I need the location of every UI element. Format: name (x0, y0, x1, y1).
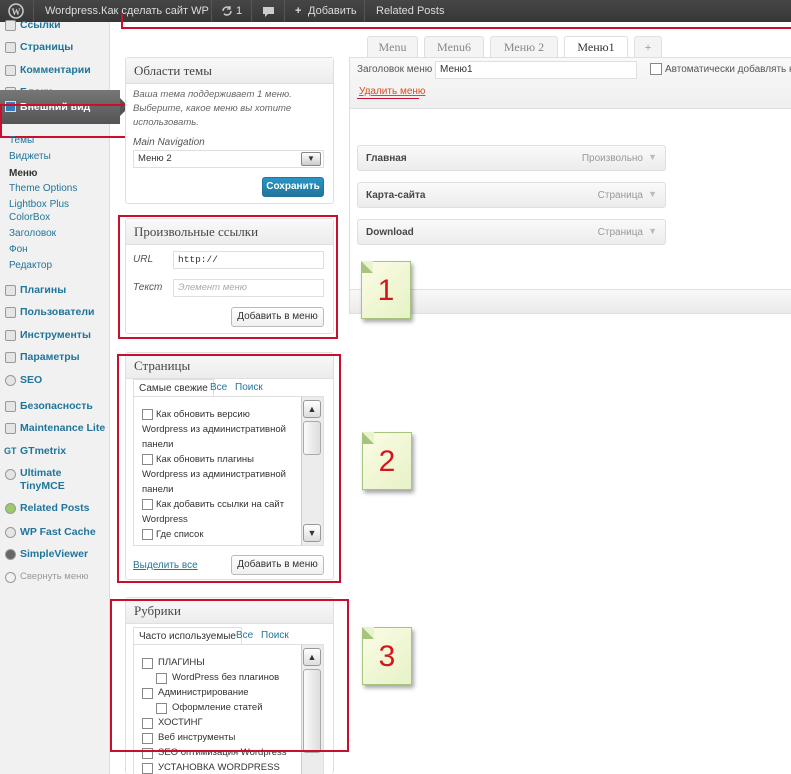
menu-item-title: Download (366, 227, 414, 238)
submenu-widgets[interactable]: Виджеты (9, 149, 51, 165)
menu-name-input[interactable]: Меню1 (435, 61, 637, 79)
tab-menu1[interactable]: Меню1 (564, 36, 628, 57)
auto-add-label: Автоматически добавлять но (665, 64, 791, 75)
theme-locations-description: Ваша тема поддерживает 1 меню. Выберите,… (133, 89, 292, 128)
delete-underline (357, 98, 419, 99)
comments-icon (5, 65, 16, 76)
save-locations-button[interactable]: Сохранить (262, 177, 324, 197)
theme-locations-title: Области темы (126, 58, 333, 84)
category-checkbox[interactable] (142, 763, 153, 774)
chevron-down-icon[interactable]: ▼ (648, 226, 657, 236)
users-icon (5, 307, 16, 318)
menu-editor-body (349, 109, 791, 314)
related-posts-icon (5, 503, 16, 514)
submenu-background[interactable]: Фон (9, 242, 28, 258)
add-menu-tab[interactable]: + (634, 36, 662, 57)
collapse-menu-button[interactable]: Свернуть меню (0, 566, 110, 588)
menu-item-type: Произвольно (581, 153, 643, 164)
delete-menu-link[interactable]: Удалить меню (359, 86, 425, 97)
sidebar-item-ultimate-tinymce[interactable]: Ultimate TinyMCE (0, 463, 95, 495)
sidebar-item-settings[interactable]: Параметры (0, 346, 110, 368)
sidebar-item-maintenance[interactable]: Maintenance Lite (0, 417, 110, 439)
menu-editor-footer (349, 289, 791, 314)
menu-item-title: Главная (366, 153, 407, 164)
menu-name-label: Заголовок меню (357, 64, 433, 75)
pages-icon (5, 42, 16, 53)
menu-location-select[interactable]: Меню 2 ▼ (133, 150, 324, 168)
sidebar-item-seo[interactable]: SEO (0, 369, 110, 391)
plugins-icon (5, 285, 16, 296)
gtmetrix-icon: GT (4, 446, 17, 456)
seo-icon (5, 375, 16, 386)
sidebar-item-related-posts[interactable]: Related Posts (0, 497, 110, 519)
sidebar-item-comments[interactable]: Комментарии (0, 59, 110, 81)
tab-menu6[interactable]: Menu6 (424, 36, 484, 57)
menu-item-download[interactable]: Download Страница ▼ (357, 219, 666, 245)
sidebar-item-tools[interactable]: Инструменты (0, 324, 110, 346)
sidebar-item-links[interactable]: Ссылки (0, 14, 110, 36)
submenu-header[interactable]: Заголовок (9, 226, 56, 242)
annotation-note-3: 3 (362, 627, 412, 685)
submenu-theme-options[interactable]: Theme Options (9, 181, 77, 197)
menu-item-type: Страница (597, 227, 643, 238)
link-icon (5, 20, 16, 31)
submenu-themes[interactable]: Темы (9, 133, 34, 149)
sidebar-item-gtmetrix[interactable]: GT GTmetrix (0, 440, 110, 462)
sidebar-item-security[interactable]: Безопасность (0, 395, 110, 417)
annotation-note-1: 1 (361, 261, 411, 319)
menu-item-sitemap[interactable]: Карта-сайта Страница ▼ (357, 182, 666, 208)
annotation-frame-2 (117, 354, 341, 583)
submenu-colorbox[interactable]: ColorBox (9, 210, 50, 226)
collapse-icon (5, 572, 16, 583)
settings-icon (5, 352, 16, 363)
annotation-frame-1 (118, 215, 338, 339)
sidebar-item-plugins[interactable]: Плагины (0, 279, 110, 301)
sidebar-item-users[interactable]: Пользователи (0, 301, 110, 323)
annotation-frame-3 (110, 599, 349, 752)
sidebar-item-pages[interactable]: Страницы (0, 36, 110, 58)
submenu-editor[interactable]: Редактор (9, 258, 52, 274)
shield-icon (5, 401, 16, 412)
chevron-down-icon[interactable]: ▼ (648, 152, 657, 162)
menu-item-type: Страница (597, 190, 643, 201)
menu-item-home[interactable]: Главная Произвольно ▼ (357, 145, 666, 171)
tab-menu-2[interactable]: Меню 2 (490, 36, 558, 57)
sidebar-item-wp-fast-cache[interactable]: WP Fast Cache (0, 521, 110, 543)
gear-icon (5, 469, 16, 480)
annotation-frame-top (121, 13, 791, 29)
wrench-icon (5, 423, 16, 434)
location-label: Main Navigation (133, 137, 205, 148)
chevron-down-icon[interactable]: ▼ (648, 189, 657, 199)
cache-icon (5, 527, 16, 538)
menu-item-title: Карта-сайта (366, 190, 426, 201)
tab-menu[interactable]: Menu (367, 36, 418, 57)
submenu-menus[interactable]: Меню (9, 166, 37, 182)
annotation-note-2: 2 (362, 432, 412, 490)
list-item: УСТАНОВКА WORDPRESS (158, 762, 280, 773)
sidebar-item-simpleviewer[interactable]: SimpleViewer (0, 543, 110, 565)
chevron-down-icon[interactable]: ▼ (301, 152, 321, 166)
auto-add-checkbox[interactable] (650, 63, 662, 75)
tools-icon (5, 330, 16, 341)
eye-icon (5, 549, 16, 560)
